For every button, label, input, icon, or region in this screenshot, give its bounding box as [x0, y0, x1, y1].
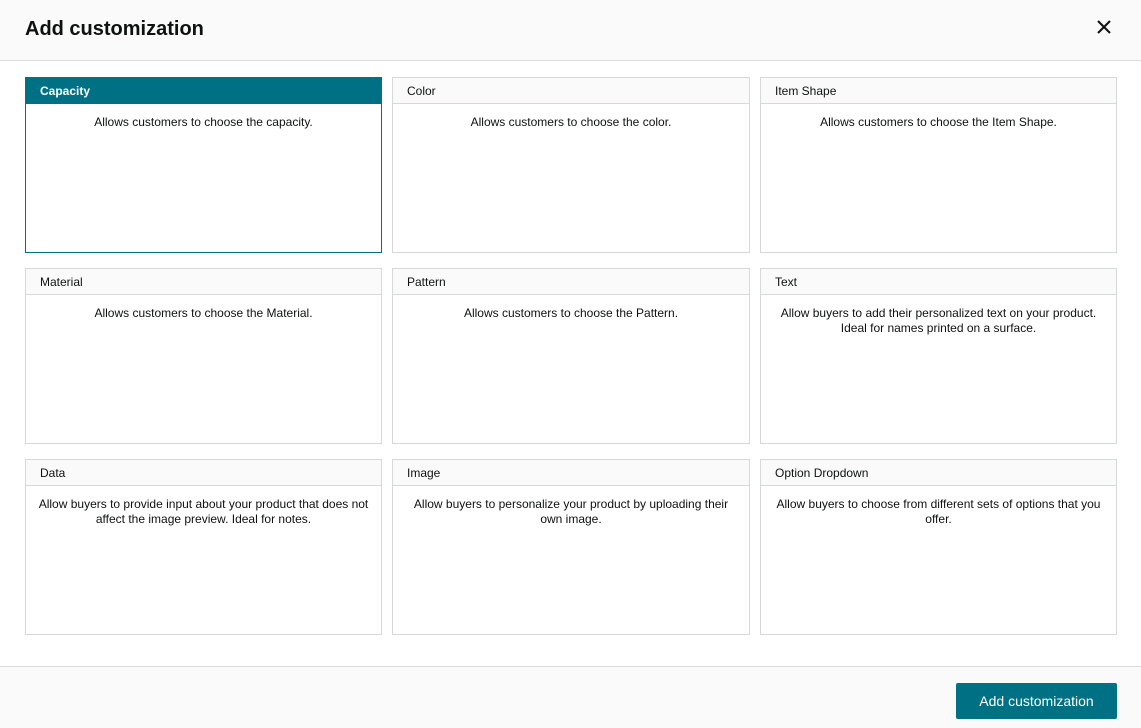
card-description: Allows customers to choose the Item Shap… — [820, 115, 1057, 129]
card-item-shape[interactable]: Item Shape Allows customers to choose th… — [760, 77, 1117, 253]
card-description: Allow buyers to add their personalized t… — [780, 306, 1097, 335]
card-description: Allows customers to choose the Pattern. — [463, 306, 679, 320]
card-title: Item Shape — [761, 78, 1116, 104]
card-data[interactable]: Data Allow buyers to provide input about… — [25, 459, 382, 635]
modal-title: Add customization — [25, 18, 204, 40]
customization-options-grid: Capacity Allows customers to choose the … — [25, 77, 1117, 635]
close-button[interactable] — [1095, 18, 1113, 36]
card-description: Allows customers to choose the capacity. — [94, 115, 313, 129]
add-customization-modal: Add customization Capacity Allows custom… — [0, 0, 1141, 728]
card-description: Allow buyers to choose from different se… — [776, 497, 1101, 526]
card-title: Pattern — [393, 269, 749, 295]
modal-header: Add customization — [0, 0, 1141, 61]
card-pattern[interactable]: Pattern Allows customers to choose the P… — [392, 268, 750, 444]
card-title: Capacity — [26, 78, 381, 104]
card-title: Option Dropdown — [761, 460, 1116, 486]
modal-footer: Add customization — [0, 666, 1141, 728]
card-title: Data — [26, 460, 381, 486]
card-title: Color — [393, 78, 749, 104]
card-capacity[interactable]: Capacity Allows customers to choose the … — [25, 77, 382, 253]
card-color[interactable]: Color Allows customers to choose the col… — [392, 77, 750, 253]
card-description: Allow buyers to personalize your product… — [413, 497, 729, 526]
add-customization-button[interactable]: Add customization — [956, 683, 1117, 719]
card-option-dropdown[interactable]: Option Dropdown Allow buyers to choose f… — [760, 459, 1117, 635]
card-description: Allow buyers to provide input about your… — [38, 497, 369, 526]
card-image[interactable]: Image Allow buyers to personalize your p… — [392, 459, 750, 635]
card-text[interactable]: Text Allow buyers to add their personali… — [760, 268, 1117, 444]
card-material[interactable]: Material Allows customers to choose the … — [25, 268, 382, 444]
card-description: Allows customers to choose the Material. — [94, 306, 313, 320]
card-title: Material — [26, 269, 381, 295]
close-icon — [1095, 18, 1113, 36]
card-description: Allows customers to choose the color. — [470, 115, 672, 129]
card-title: Image — [393, 460, 749, 486]
card-title: Text — [761, 269, 1116, 295]
modal-body: Capacity Allows customers to choose the … — [0, 61, 1141, 666]
